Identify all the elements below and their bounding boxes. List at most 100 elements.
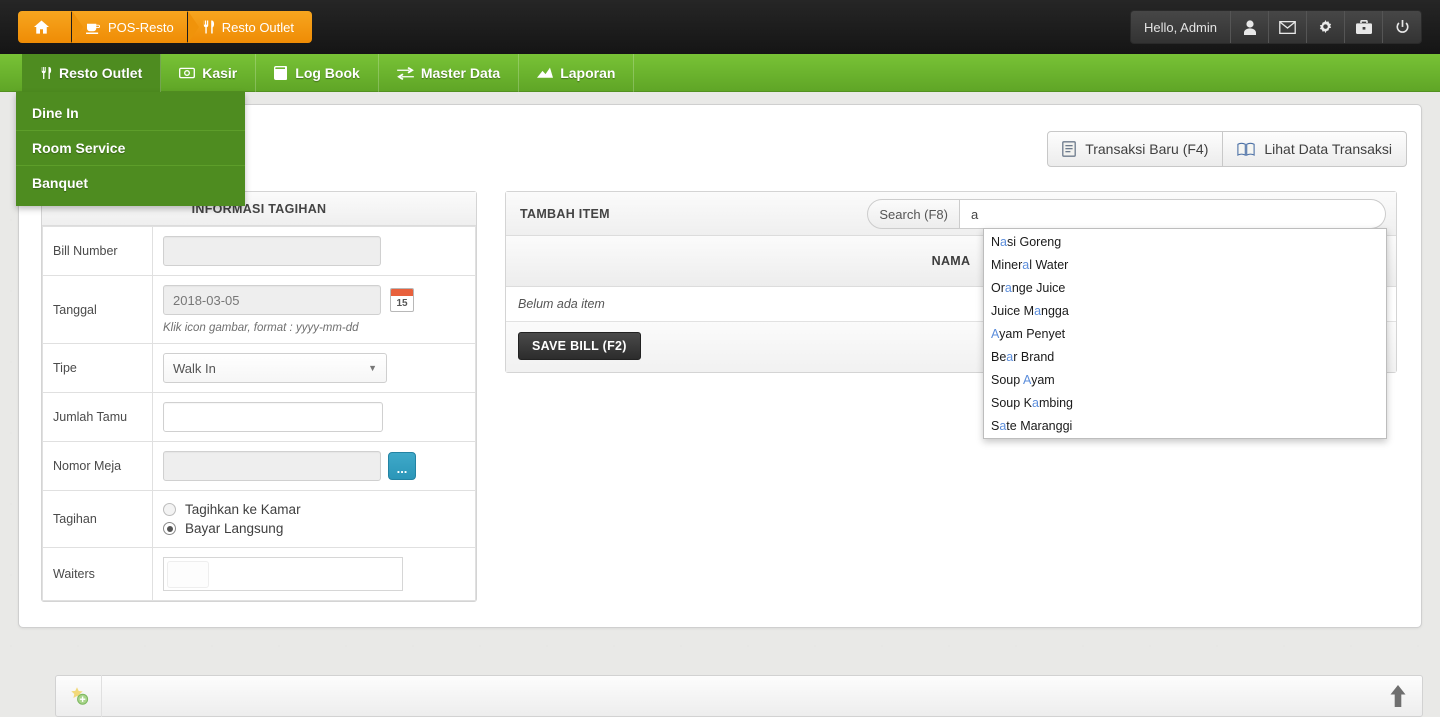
autocomplete-text-match: a — [1034, 303, 1042, 318]
breadcrumb: POS-Resto Resto Outlet — [18, 11, 313, 43]
tipe-selected-value: Walk In — [173, 360, 216, 376]
exchange-icon — [396, 66, 414, 80]
autocomplete-text-pre: Miner — [991, 257, 1023, 272]
jumlah-tamu-input[interactable] — [163, 402, 383, 432]
autocomplete-item[interactable]: Orange Juice — [984, 276, 1386, 299]
autocomplete-item[interactable]: Soup Ayam — [984, 368, 1386, 391]
radio-option-bayar-langsung[interactable]: Bayar Langsung — [163, 519, 465, 538]
autocomplete-text-post: nge Juice — [1011, 280, 1066, 295]
breadcrumb-label: POS-Resto — [108, 19, 174, 35]
open-book-icon — [1237, 142, 1256, 157]
autocomplete-item[interactable]: Nasi Goreng — [984, 230, 1386, 253]
nav-item-kasir[interactable]: Kasir — [161, 54, 257, 92]
menu-item-room-service[interactable]: Room Service — [16, 131, 245, 166]
nav-item-master-data[interactable]: Master Data — [379, 54, 520, 92]
nomor-meja-browse-button[interactable]: ... — [388, 452, 416, 480]
menu-item-dine-in[interactable]: Dine In — [16, 96, 245, 131]
autocomplete-item[interactable]: Sate Maranggi — [984, 414, 1386, 437]
save-bill-button[interactable]: SAVE BILL (F2) — [518, 331, 641, 360]
nav-item-label: Laporan — [560, 65, 616, 81]
nav-item-laporan[interactable]: Laporan — [519, 54, 635, 92]
bill-number-input[interactable] — [163, 236, 381, 266]
autocomplete-item[interactable]: Bear Brand — [984, 345, 1386, 368]
form-row-jumlah-tamu: Jumlah Tamu — [42, 392, 476, 442]
note-icon — [1062, 141, 1077, 157]
menu-item-banquet[interactable]: Banquet — [16, 166, 245, 200]
cutlery-icon — [202, 20, 215, 34]
autocomplete-item[interactable]: Ayam Penyet — [984, 322, 1386, 345]
resto-outlet-dropdown-menu: Dine In Room Service Banquet — [16, 92, 245, 206]
book-icon — [274, 66, 288, 80]
autocomplete-text-post: l Water — [1029, 257, 1069, 272]
gear-icon[interactable] — [1307, 11, 1345, 43]
search-autocomplete-menu: Nasi Goreng Mineral Water Orange Juice Juic… — [983, 228, 1387, 439]
autocomplete-text-match: A — [991, 326, 1000, 341]
tanggal-input[interactable]: 2018-03-05 — [163, 285, 381, 315]
power-icon[interactable] — [1383, 11, 1421, 43]
jumlah-tamu-label: Jumlah Tamu — [42, 392, 153, 442]
briefcase-icon[interactable] — [1345, 11, 1383, 43]
coffee-icon — [86, 21, 101, 34]
autocomplete-text-pre: Juice M — [991, 303, 1035, 318]
autocomplete-text-post: ngga — [1041, 303, 1069, 318]
bill-number-label: Bill Number — [42, 226, 153, 276]
scroll-to-top-button[interactable] — [1388, 685, 1408, 707]
page-footer — [55, 675, 1423, 717]
autocomplete-text-pre: Or — [991, 280, 1005, 295]
radio-option-tagihkan-ke-kamar[interactable]: Tagihkan ke Kamar — [163, 500, 465, 519]
add-item-title: TAMBAH ITEM — [520, 206, 610, 221]
cutlery-icon — [40, 66, 52, 80]
chevron-down-icon: ▼ — [368, 363, 377, 373]
autocomplete-text-match: A — [1022, 372, 1032, 387]
autocomplete-text-match: a — [1032, 395, 1039, 410]
item-search-group: Search (F8) a — [867, 199, 1386, 229]
nav-item-resto-outlet[interactable]: Resto Outlet — [22, 54, 162, 92]
calendar-icon[interactable]: 15 — [390, 288, 414, 312]
autocomplete-text-post: mbing — [1038, 395, 1074, 410]
autocomplete-text-pre: Soup K — [991, 395, 1033, 410]
autocomplete-item[interactable]: Juice Mangga — [984, 299, 1386, 322]
waiters-tag-input[interactable] — [163, 557, 403, 591]
nomor-meja-label: Nomor Meja — [42, 441, 153, 491]
waiters-input-field[interactable] — [167, 560, 209, 588]
autocomplete-item[interactable]: Soup Kambing — [984, 391, 1386, 414]
breadcrumb-label: Resto Outlet — [221, 19, 295, 35]
breadcrumb-item-pos-resto[interactable]: POS-Resto — [71, 11, 199, 43]
star-plus-icon[interactable] — [56, 675, 102, 717]
form-row-nomor-meja: Nomor Meja ... — [42, 441, 476, 491]
autocomplete-text-match: a — [1000, 234, 1007, 249]
autocomplete-text-post: yam Penyet — [999, 326, 1066, 341]
cash-icon — [179, 67, 196, 79]
calendar-icon-top — [391, 289, 413, 296]
envelope-icon[interactable] — [1269, 11, 1307, 43]
breadcrumb-item-home[interactable] — [18, 11, 83, 43]
view-transactions-button[interactable]: Lihat Data Transaksi — [1223, 131, 1407, 167]
calendar-icon-day: 15 — [396, 298, 408, 309]
new-transaction-button[interactable]: Transaksi Baru (F4) — [1047, 131, 1224, 167]
nomor-meja-input[interactable] — [163, 451, 381, 481]
radio-bayar-langsung[interactable] — [163, 522, 176, 535]
view-transactions-label: Lihat Data Transaksi — [1264, 141, 1392, 157]
nav-item-label: Master Data — [420, 65, 501, 81]
tanggal-label: Tanggal — [42, 275, 153, 344]
greeting-label: Hello, Admin — [1131, 11, 1231, 43]
chart-icon — [537, 67, 554, 79]
form-row-tagihan: Tagihan Tagihkan ke Kamar Bayar Langsung — [42, 490, 476, 548]
autocomplete-text-pre: N — [991, 234, 1001, 249]
search-input[interactable]: a — [960, 199, 1386, 229]
autocomplete-text-match: a — [1004, 280, 1012, 295]
user-menu-group: Hello, Admin — [1130, 10, 1422, 44]
nav-item-label: Kasir — [202, 65, 238, 81]
autocomplete-text-post: te Maranggi — [1006, 418, 1073, 433]
waiters-label: Waiters — [42, 547, 153, 601]
radio-tagihkan-ke-kamar[interactable] — [163, 503, 176, 516]
bill-info-panel: INFORMASI TAGIHAN Bill Number Tanggal 20… — [41, 191, 477, 602]
autocomplete-item[interactable]: Mineral Water — [984, 253, 1386, 276]
user-icon[interactable] — [1231, 11, 1269, 43]
search-prefix-label: Search (F8) — [867, 199, 960, 229]
tipe-label: Tipe — [42, 343, 153, 393]
breadcrumb-item-resto-outlet[interactable]: Resto Outlet — [186, 11, 313, 43]
nav-item-log-book[interactable]: Log Book — [256, 54, 379, 92]
autocomplete-text-pre: Soup — [991, 372, 1023, 387]
tipe-select[interactable]: Walk In ▼ — [163, 353, 387, 383]
